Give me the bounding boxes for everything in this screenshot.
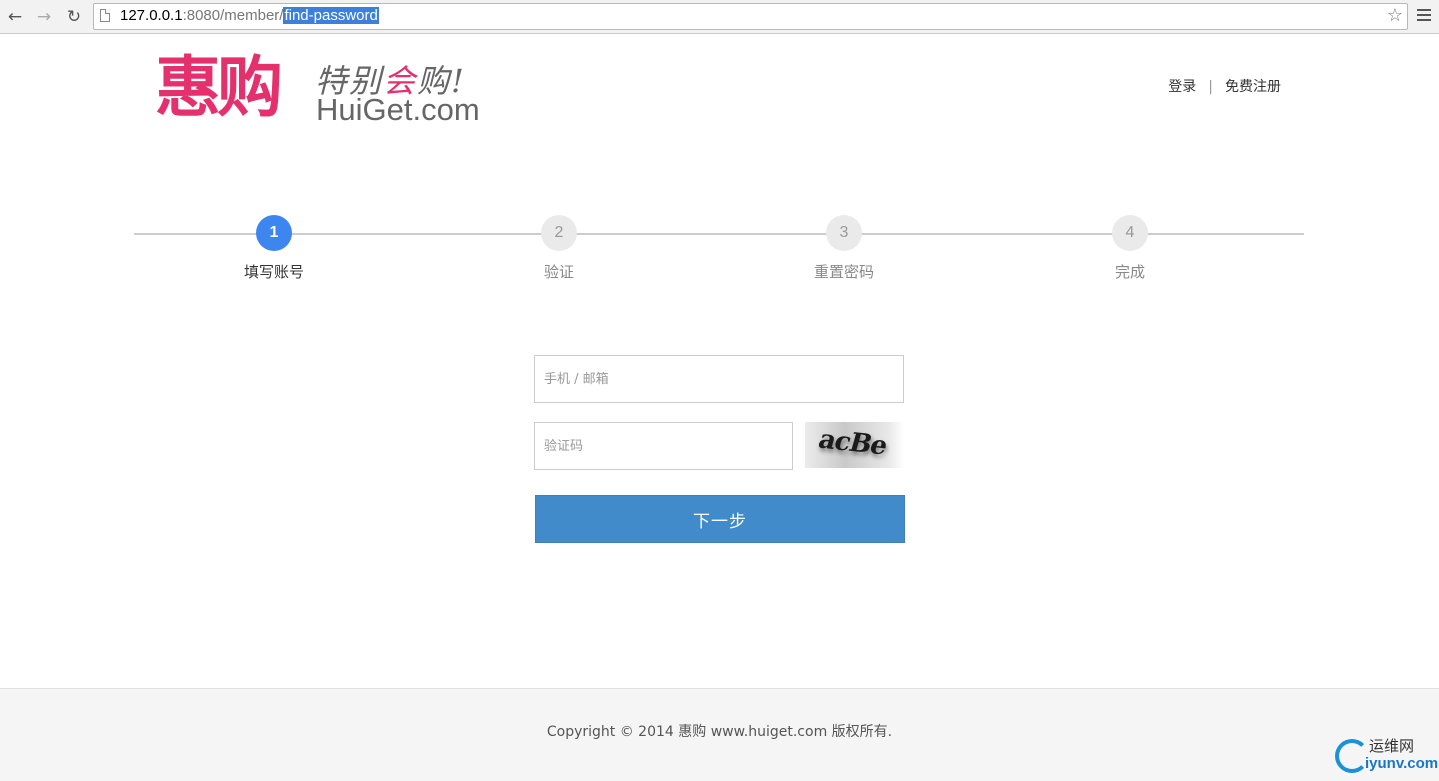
- page-icon: [100, 9, 110, 22]
- reload-icon[interactable]: ↻: [63, 6, 85, 28]
- step-label: 重置密码: [813, 263, 874, 281]
- progress-steps: 1 填写账号 2 验证 3 重置密码 4 完成: [134, 215, 1304, 285]
- step-number: 4: [1112, 215, 1148, 251]
- bookmark-star-icon[interactable]: ☆: [1387, 5, 1403, 26]
- register-link[interactable]: 免费注册: [1225, 79, 1281, 95]
- footer: Copyright © 2014 惠购 www.huiget.com 版权所有.…: [0, 688, 1439, 781]
- step-label: 验证: [543, 263, 574, 281]
- watermark-cn: 运维网: [1369, 737, 1415, 755]
- back-arrow-icon[interactable]: ←: [4, 6, 26, 28]
- watermark-arc-icon: [1335, 739, 1369, 773]
- forward-arrow-icon[interactable]: →: [33, 6, 55, 28]
- login-link[interactable]: 登录: [1168, 79, 1196, 95]
- step-number: 1: [256, 215, 292, 251]
- browser-menu-icon[interactable]: [1417, 9, 1431, 23]
- step-2: 2 验证: [499, 215, 619, 282]
- copyright-text: Copyright © 2014 惠购 www.huiget.com 版权所有.: [546, 724, 893, 740]
- step-4: 4 完成: [1070, 215, 1190, 282]
- account-input[interactable]: [534, 355, 904, 403]
- address-bar[interactable]: 127.0.0.1:8080/member/find-password ☆: [93, 3, 1408, 30]
- logo-domain: HuiGet.com: [316, 92, 480, 127]
- top-links: 登录 | 免费注册: [1168, 76, 1281, 96]
- step-number: 3: [826, 215, 862, 251]
- step-1: 1 填写账号: [214, 215, 334, 282]
- captcha-input[interactable]: [534, 422, 793, 470]
- url-path: :8080/member/: [182, 7, 284, 24]
- logo-chinese-text: 惠购: [155, 49, 283, 126]
- next-step-button[interactable]: 下一步: [535, 495, 905, 543]
- watermark-en: iyunv.com: [1365, 755, 1439, 772]
- url-text[interactable]: 127.0.0.1:8080/member/find-password: [120, 7, 379, 24]
- step-label: 完成: [1114, 263, 1145, 281]
- step-label: 填写账号: [243, 263, 304, 281]
- url-host: 127.0.0.1: [120, 7, 183, 24]
- watermark-logo: 运维网 iyunv.com: [1335, 735, 1439, 775]
- url-selected-text: find-password: [283, 7, 379, 24]
- captcha-image[interactable]: acBe: [805, 422, 904, 468]
- step-number: 2: [541, 215, 577, 251]
- site-logo[interactable]: 惠购 特别会购! HuiGet.com: [155, 49, 490, 128]
- captcha-text: acBe: [814, 424, 891, 462]
- link-divider: |: [1208, 79, 1213, 95]
- browser-toolbar: ← → ↻ 127.0.0.1:8080/member/find-passwor…: [0, 0, 1439, 34]
- step-3: 3 重置密码: [784, 215, 904, 282]
